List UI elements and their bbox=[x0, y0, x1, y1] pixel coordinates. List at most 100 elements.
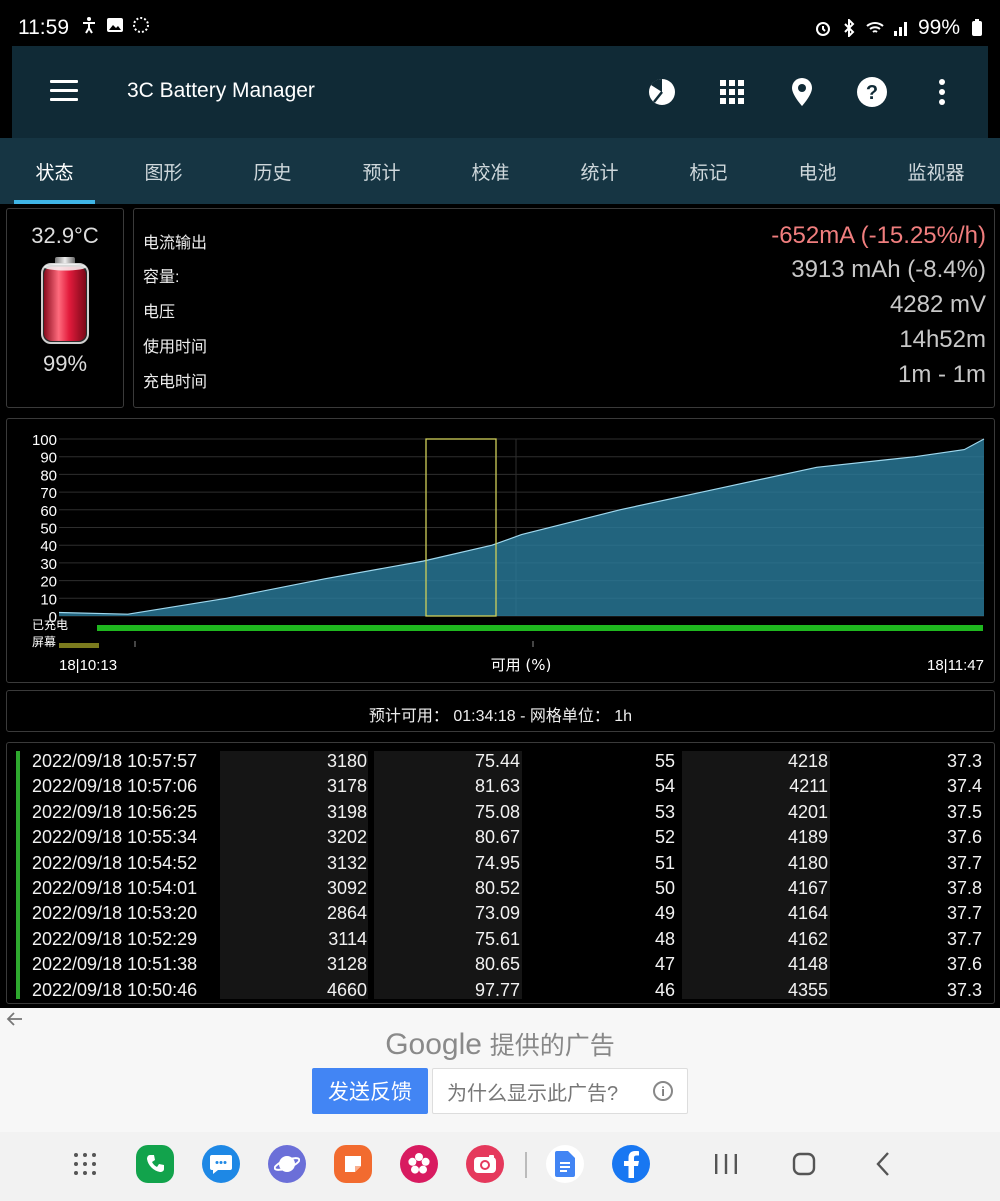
y-tick-label: 90 bbox=[40, 450, 57, 467]
log-cell-ma: 75.61 bbox=[474, 928, 520, 949]
log-cell-datetime: 2022/09/18 10:54:01 bbox=[32, 878, 198, 898]
log-cell-datetime: 2022/09/18 10:51:38 bbox=[32, 954, 198, 975]
log-cell-temp: 37.7 bbox=[946, 852, 982, 873]
log-row[interactable]: 2022/09/18 10:52:29 3114 75.61 48 4162 37.7 bbox=[7, 927, 994, 952]
tab-label: 状态 bbox=[35, 162, 74, 184]
tab-monitor[interactable]: 监视器 bbox=[872, 138, 1000, 204]
phone-icon[interactable] bbox=[136, 1145, 174, 1183]
log-row[interactable]: 2022/09/18 10:53:20 2864 73.09 49 4164 37.7 bbox=[7, 901, 994, 926]
tab-graph[interactable]: 图形 bbox=[109, 138, 218, 204]
battery-temperature: 32.9°C bbox=[31, 223, 99, 248]
grid-icon[interactable] bbox=[716, 76, 748, 108]
log-cell-datetime: 2022/09/18 10:57:06 bbox=[32, 776, 198, 797]
stat-row-voltage: 电压 4282 mV bbox=[134, 290, 994, 324]
tab-battery[interactable]: 电池 bbox=[763, 138, 872, 204]
stat-value: 4282 mV bbox=[889, 291, 986, 318]
recents-icon[interactable] bbox=[712, 1150, 740, 1183]
y-tick-label: 10 bbox=[40, 591, 57, 608]
battery-fill bbox=[44, 266, 86, 341]
tab-statistics[interactable]: 统计 bbox=[545, 138, 654, 204]
status-bar: 11:59 99% bbox=[0, 0, 1000, 46]
y-tick-label: 70 bbox=[40, 485, 57, 502]
log-cell-datetime: 2022/09/18 10:56:25 bbox=[32, 801, 198, 822]
battery-level: 99% bbox=[42, 351, 88, 376]
loading-icon bbox=[133, 17, 149, 33]
log-row[interactable]: 2022/09/18 10:51:38 3128 80.65 47 4148 37.6 bbox=[7, 952, 994, 977]
battery-chart-panel[interactable]: 100 90 80 70 60 50 40 30 20 10 0 已充电 屏幕 18|10:13 可用 (%… bbox=[6, 418, 995, 683]
log-cell-datetime: 2022/09/18 10:54:52 bbox=[32, 852, 198, 873]
log-row[interactable]: 2022/09/18 10:54:01 3092 80.52 50 4167 37.8 bbox=[7, 876, 994, 901]
app-bar-actions: ? bbox=[646, 76, 958, 108]
svg-text:?: ? bbox=[866, 82, 878, 104]
ad-tagline: 提供的广告 bbox=[489, 1032, 615, 1060]
send-feedback-button[interactable]: 发送反馈 bbox=[312, 1068, 428, 1114]
signal-icon bbox=[893, 22, 907, 36]
bluetooth-icon bbox=[844, 19, 855, 37]
docs-icon[interactable] bbox=[546, 1145, 584, 1183]
tab-calibrate[interactable]: 校准 bbox=[436, 138, 545, 204]
log-cell-mv: 4218 bbox=[787, 751, 828, 771]
status-time: 11:59 bbox=[18, 16, 69, 39]
tab-label: 统计 bbox=[580, 162, 619, 184]
log-row[interactable]: 2022/09/18 10:50:46 4660 97.77 46 4355 37.3 bbox=[7, 978, 994, 1003]
tab-forecast[interactable]: 预计 bbox=[327, 138, 436, 204]
pie-chart-icon[interactable] bbox=[646, 76, 678, 108]
log-cell-mah: 3132 bbox=[326, 852, 367, 873]
log-cell-temp: 37.6 bbox=[946, 954, 982, 975]
ad-header: Google 提供的广告 bbox=[0, 1026, 1000, 1062]
back-icon[interactable] bbox=[870, 1150, 898, 1183]
more-vert-icon[interactable] bbox=[926, 76, 958, 108]
log-cell-level: 51 bbox=[654, 852, 675, 873]
log-row[interactable]: 2022/09/18 10:57:06 3178 81.63 54 4211 37.4 bbox=[7, 774, 994, 799]
camera-icon[interactable] bbox=[466, 1145, 504, 1183]
dock-divider bbox=[525, 1152, 527, 1178]
log-row[interactable]: 2022/09/18 10:57:57 3180 75.44 55 4218 37.3 bbox=[7, 749, 994, 774]
log-cell-ma: 97.77 bbox=[474, 979, 520, 1000]
lane-label: 屏幕 bbox=[32, 635, 56, 649]
internet-icon[interactable] bbox=[268, 1145, 306, 1183]
log-cell-datetime: 2022/09/18 10:50:46 bbox=[32, 979, 198, 1000]
tab-markers[interactable]: 标记 bbox=[654, 138, 763, 204]
log-cell-level: 52 bbox=[654, 827, 675, 848]
log-row[interactable]: 2022/09/18 10:54:52 3132 74.95 51 4180 37.7 bbox=[7, 851, 994, 876]
stat-value: 14h52m bbox=[899, 326, 986, 353]
tab-label: 标记 bbox=[689, 162, 728, 184]
log-row[interactable]: 2022/09/18 10:56:25 3198 75.08 53 4201 37.5 bbox=[7, 800, 994, 825]
log-cell-datetime: 2022/09/18 10:53:20 bbox=[32, 903, 198, 924]
flower-icon[interactable] bbox=[400, 1145, 438, 1183]
stat-row-usage-time: 使用时间 14h52m bbox=[134, 325, 994, 359]
log-cell-level: 53 bbox=[654, 801, 675, 822]
notes-icon[interactable] bbox=[334, 1145, 372, 1183]
y-tick-label: 40 bbox=[40, 538, 57, 555]
app-drawer-icon[interactable] bbox=[66, 1145, 104, 1183]
app-bar: 3C Battery Manager ? bbox=[12, 46, 988, 138]
history-log-table[interactable]: 2022/09/18 10:57:57 3180 75.44 55 4218 37.3 20… bbox=[6, 742, 995, 1004]
y-tick-label: 60 bbox=[40, 503, 57, 520]
log-cell-temp: 37.7 bbox=[946, 928, 982, 949]
battery-level-chart[interactable]: 1009080706050403020100已充电屏幕18|10:13 可用 (%… bbox=[7, 419, 994, 682]
log-cell-temp: 37.7 bbox=[946, 903, 982, 924]
home-icon[interactable] bbox=[790, 1150, 818, 1183]
log-cell-ma: 80.65 bbox=[474, 954, 520, 975]
tab-label: 图形 bbox=[144, 162, 183, 184]
location-pin-icon[interactable] bbox=[786, 76, 818, 108]
log-cell-mv: 4201 bbox=[787, 801, 828, 822]
ad-banner[interactable]: Google 提供的广告 发送反馈 为什么显示此广告? i bbox=[0, 1008, 1000, 1132]
facebook-icon[interactable] bbox=[612, 1145, 650, 1183]
battery-stats-panel: 电流输出 -652mA (-15.25%/h) 容量: 3913 mAh (-8… bbox=[133, 208, 995, 408]
forecast-text: 预计可用： 01:34:18 - 网格单位： 1h bbox=[368, 708, 633, 725]
why-this-ad-button[interactable]: 为什么显示此广告? i bbox=[432, 1068, 688, 1114]
log-row[interactable]: 2022/09/18 10:55:34 3202 80.67 52 4189 37.6 bbox=[7, 825, 994, 850]
tab-status[interactable]: 状态 bbox=[0, 138, 109, 204]
messages-icon[interactable] bbox=[202, 1145, 240, 1183]
log-cell-level: 48 bbox=[654, 928, 675, 949]
log-cell-mah: 3180 bbox=[326, 751, 367, 771]
log-cell-level: 54 bbox=[654, 776, 675, 797]
log-cell-datetime: 2022/09/18 10:52:29 bbox=[32, 928, 198, 949]
help-icon[interactable]: ? bbox=[856, 76, 888, 108]
menu-icon[interactable] bbox=[50, 80, 78, 102]
log-cell-temp: 37.4 bbox=[946, 776, 982, 797]
tab-label: 监视器 bbox=[907, 162, 965, 184]
tab-history[interactable]: 历史 bbox=[218, 138, 327, 204]
log-cell-level: 50 bbox=[654, 878, 675, 898]
